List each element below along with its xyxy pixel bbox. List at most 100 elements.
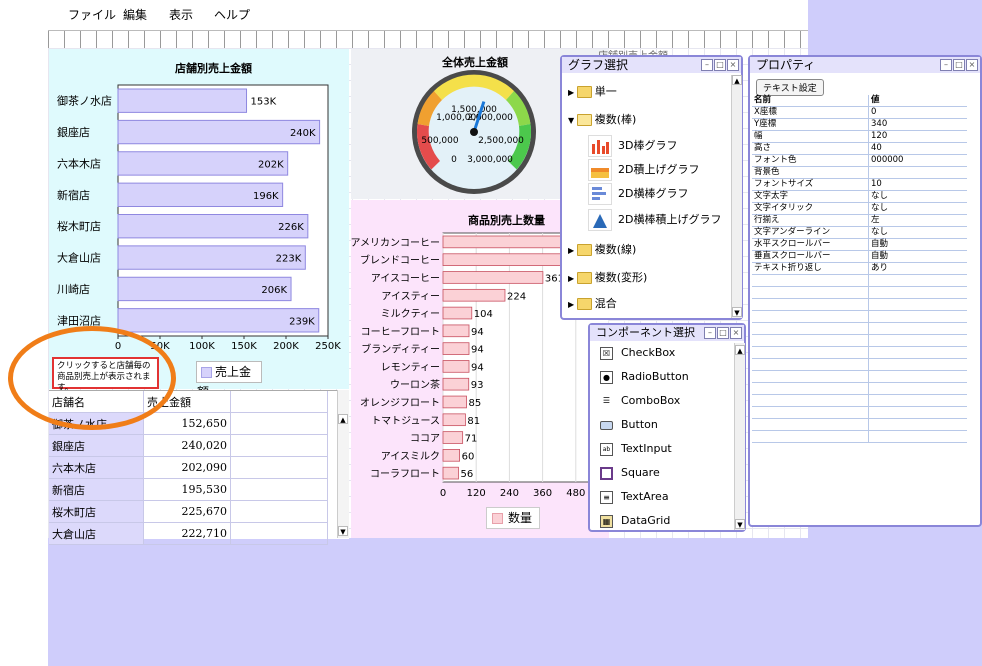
property-value[interactable]: あり: [868, 262, 967, 275]
product-bar: [442, 466, 459, 480]
maximize-icon[interactable]: □: [714, 59, 726, 71]
property-value[interactable]: 自動: [868, 238, 967, 251]
store-sales-chart[interactable]: 御茶ノ水店 153K 銀座店 240K 六本木店 202K 新宿店 196K 桜木町店 226K 大…: [49, 49, 349, 359]
graph-window-titlebar[interactable]: グラフ選択 – □ ×: [562, 57, 741, 73]
property-value[interactable]: 0: [868, 106, 967, 119]
product-bar-value-label: 93: [471, 380, 484, 391]
table-row[interactable]: 新宿店 195,530: [49, 478, 328, 501]
component-button[interactable]: Button: [600, 418, 658, 431]
product-bar: [442, 449, 461, 462]
component-select-window[interactable]: コンポーネント選択 – □ × ☒ CheckBox ● RadioButton ☰ Co…: [588, 323, 746, 532]
property-value[interactable]: なし: [868, 190, 967, 203]
scroll-up-arrow-icon[interactable]: ▲: [338, 414, 348, 424]
property-row[interactable]: 文字イタリック なし: [752, 202, 967, 215]
chart-type-3d-bar[interactable]: 3D棒グラフ: [588, 135, 677, 157]
component-datagrid[interactable]: ▦ DataGrid: [600, 514, 670, 528]
maximize-icon[interactable]: □: [953, 59, 965, 71]
component-radiobutton[interactable]: ● RadioButton: [600, 370, 689, 384]
property-row[interactable]: 文字アンダーライン なし: [752, 226, 967, 239]
property-grid[interactable]: 名前 値 X座標 0 Y座標 340 幅 120 高さ 40 フォント色 000000 背…: [752, 95, 967, 443]
table-row[interactable]: 桜木町店 225,670: [49, 500, 328, 523]
property-value[interactable]: 10: [868, 178, 967, 191]
component-square[interactable]: Square: [600, 466, 660, 480]
scroll-up-arrow-icon[interactable]: ▲: [732, 75, 742, 85]
scroll-up-arrow-icon[interactable]: ▲: [735, 345, 745, 355]
close-icon[interactable]: ×: [727, 59, 739, 71]
product-category-label: ウーロン茶: [390, 378, 440, 391]
text-settings-button[interactable]: テキスト設定: [756, 79, 824, 96]
property-value[interactable]: 000000: [868, 154, 967, 167]
chart-type-2d-stacked[interactable]: 2D積上げグラフ: [588, 159, 699, 181]
property-row[interactable]: テキスト折り返し あり: [752, 262, 967, 275]
property-value[interactable]: 40: [868, 142, 967, 155]
folder-icon: [576, 298, 592, 310]
graph-window-scrollbar[interactable]: ▲ ▼: [731, 75, 742, 318]
component-label: RadioButton: [621, 370, 689, 383]
property-value[interactable]: なし: [868, 226, 967, 239]
scroll-down-arrow-icon[interactable]: ▼: [735, 519, 745, 529]
property-value[interactable]: [868, 166, 967, 179]
component-textinput[interactable]: ab TextInput: [600, 442, 672, 456]
property-row[interactable]: 垂直スクロールバー 自動: [752, 250, 967, 263]
component-combobox[interactable]: ☰ ComboBox: [600, 394, 680, 408]
property-row[interactable]: X座標 0: [752, 106, 967, 119]
graph-select-window[interactable]: グラフ選択 – □ × ▶ 単一 ▼ 複数(棒) 3D棒グラフ 2D積上げグラフ 2…: [560, 55, 743, 320]
property-row[interactable]: 行揃え左: [752, 214, 967, 227]
maximize-icon[interactable]: □: [717, 327, 729, 339]
close-icon[interactable]: ×: [730, 327, 742, 339]
minimize-icon[interactable]: –: [940, 59, 952, 71]
component-window-scrollbar[interactable]: ▲ ▼: [734, 343, 745, 530]
property-row[interactable]: フォントサイズ 10: [752, 178, 967, 191]
gauge-label-2500k: 2,500,000: [478, 136, 524, 146]
property-header-value[interactable]: 値: [868, 95, 967, 107]
store-category-label: 桜木町店: [57, 219, 101, 233]
component-textarea[interactable]: ≡ TextArea: [600, 490, 669, 504]
property-row[interactable]: 背景色: [752, 166, 967, 179]
property-row[interactable]: 水平スクロールバー 自動: [752, 238, 967, 251]
menu-view[interactable]: 表示: [169, 6, 193, 23]
property-value[interactable]: 120: [868, 130, 967, 143]
chart-type-2d-hbar[interactable]: 2D横棒グラフ: [588, 183, 688, 205]
tree-folder-label: 複数(線): [594, 243, 637, 256]
textinput-icon: ab: [600, 442, 613, 456]
product-category-label: コーラフロート: [370, 468, 440, 480]
menu-edit[interactable]: 編集: [123, 6, 147, 23]
property-row[interactable]: フォント色 000000: [752, 154, 967, 167]
tree-folder-multi-bar[interactable]: ▼ 複数(棒): [568, 111, 636, 127]
property-header-name[interactable]: 名前: [752, 95, 869, 107]
menu-file[interactable]: ファイル: [68, 6, 116, 23]
menu-help[interactable]: ヘルプ: [214, 6, 250, 23]
combobox-icon: ☰: [602, 395, 611, 405]
table-scrollbar[interactable]: ▲ ▼: [337, 390, 349, 538]
tree-folder-mixed[interactable]: ▶ 混合: [568, 295, 617, 311]
table-cell-empty: [230, 434, 328, 457]
tree-folder-multi-variant[interactable]: ▶ 複数(変形): [568, 269, 647, 285]
folder-icon: [576, 244, 592, 256]
property-value[interactable]: 自動: [868, 250, 967, 263]
table-row[interactable]: 銀座店 240,020: [49, 434, 328, 457]
property-value[interactable]: なし: [868, 202, 967, 215]
component-window-titlebar[interactable]: コンポーネント選択 – □ ×: [590, 325, 744, 341]
property-row[interactable]: Y座標 340: [752, 118, 967, 131]
property-row[interactable]: 文字太字 なし: [752, 190, 967, 203]
property-row[interactable]: 高さ 40: [752, 142, 967, 155]
component-checkbox[interactable]: ☒ CheckBox: [600, 346, 675, 360]
tree-folder-single[interactable]: ▶ 単一: [568, 83, 617, 99]
property-value[interactable]: 左: [868, 214, 967, 227]
table-row[interactable]: 六本木店 202,090: [49, 456, 328, 479]
table-row[interactable]: 大倉山店 222,710: [49, 522, 328, 545]
property-row[interactable]: 幅 120: [752, 130, 967, 143]
property-window-title: プロパティ: [756, 58, 816, 72]
chart-type-label: 3D棒グラフ: [618, 139, 678, 152]
minimize-icon[interactable]: –: [701, 59, 713, 71]
scroll-down-arrow-icon[interactable]: ▼: [732, 307, 742, 317]
property-window-titlebar[interactable]: プロパティ – □ ×: [750, 57, 980, 73]
close-icon[interactable]: ×: [966, 59, 978, 71]
tree-folder-multi-line[interactable]: ▶ 複数(線): [568, 241, 636, 257]
property-window[interactable]: プロパティ – □ × テキスト設定 名前 値 X座標 0 Y座標 340 幅 120 高…: [748, 55, 982, 527]
property-value[interactable]: 340: [868, 118, 967, 131]
minimize-icon[interactable]: –: [704, 327, 716, 339]
chart-type-2d-hbar-stacked[interactable]: 2D横棒積上げグラフ: [588, 209, 721, 231]
stacked-chart-icon: [588, 159, 612, 181]
scroll-down-arrow-icon[interactable]: ▼: [338, 526, 348, 536]
